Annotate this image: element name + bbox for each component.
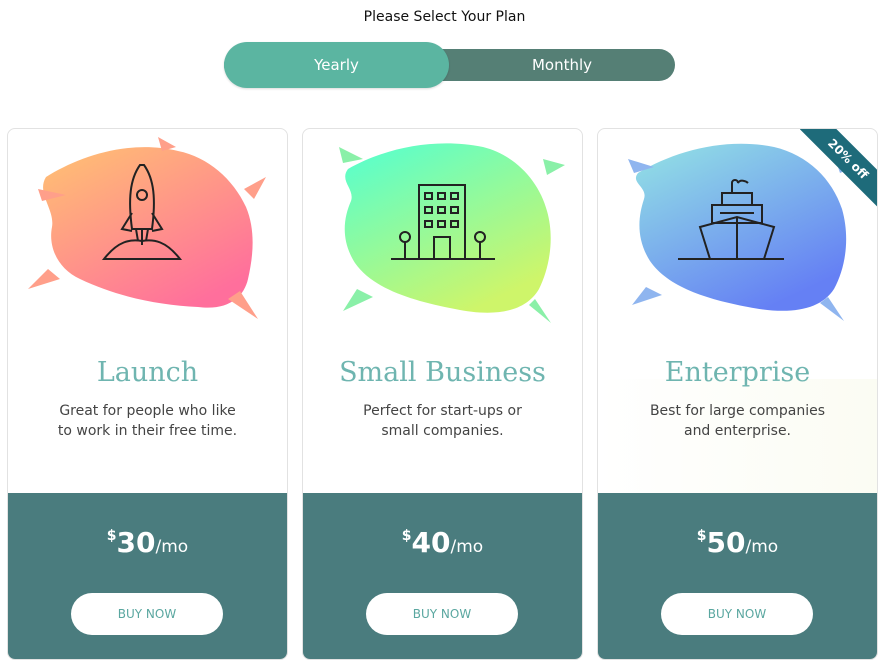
price-period: /mo: [450, 537, 484, 557]
plan-name: Enterprise: [664, 357, 811, 388]
plan-price: $50/mo: [598, 526, 877, 559]
discount-ribbon: 20% off: [797, 129, 877, 209]
description-line: and enterprise.: [683, 423, 792, 439]
plan-description: Best for large companies and enterprise.: [628, 401, 847, 441]
page-title: Please Select Your Plan: [363, 9, 526, 25]
plan-price: $40/mo: [303, 526, 582, 559]
plan-card-small-business: Small Business Perfect for start-ups or …: [302, 128, 583, 660]
currency-symbol: $: [696, 528, 707, 544]
plan-name: Small Business: [339, 357, 546, 388]
description-line: Great for people who like: [59, 403, 236, 419]
description-line: Best for large companies: [649, 403, 826, 419]
buy-now-button[interactable]: BUY NOW: [661, 593, 813, 635]
description-line: small companies.: [381, 423, 504, 439]
price-amount: 50: [706, 526, 746, 559]
price-amount: 30: [116, 526, 156, 559]
price-amount: 40: [411, 526, 451, 559]
currency-symbol: $: [106, 528, 117, 544]
plan-card-enterprise: 20% off Enterprise Best for large compan…: [597, 128, 878, 660]
plan-description: Perfect for start-ups or small companies…: [333, 401, 552, 441]
currency-symbol: $: [401, 528, 412, 544]
description-line: Perfect for start-ups or: [363, 403, 522, 419]
plan-footer: $30/mo BUY NOW: [8, 493, 287, 659]
buy-now-button[interactable]: BUY NOW: [71, 593, 223, 635]
paint-splash: [344, 143, 551, 313]
plan-footer: $50/mo BUY NOW: [598, 493, 877, 659]
buy-now-button[interactable]: BUY NOW: [366, 593, 518, 635]
description-line: to work in their free time.: [57, 423, 238, 439]
launch-illustration: [28, 137, 266, 319]
small-business-illustration: [339, 143, 565, 323]
price-period: /mo: [745, 537, 779, 557]
monthly-option[interactable]: Monthly: [449, 42, 675, 88]
plan-footer: $40/mo BUY NOW: [303, 493, 582, 659]
price-period: /mo: [155, 537, 189, 557]
plan-description: Great for people who like to work in the…: [38, 401, 257, 441]
plan-name: Launch: [96, 357, 199, 388]
discount-badge: 20% off: [799, 129, 877, 208]
plan-card-launch: Launch Great for people who like to work…: [7, 128, 288, 660]
yearly-option[interactable]: Yearly: [224, 42, 449, 88]
plan-price: $30/mo: [8, 526, 287, 559]
billing-toggle[interactable]: Monthly Yearly: [224, 42, 675, 88]
